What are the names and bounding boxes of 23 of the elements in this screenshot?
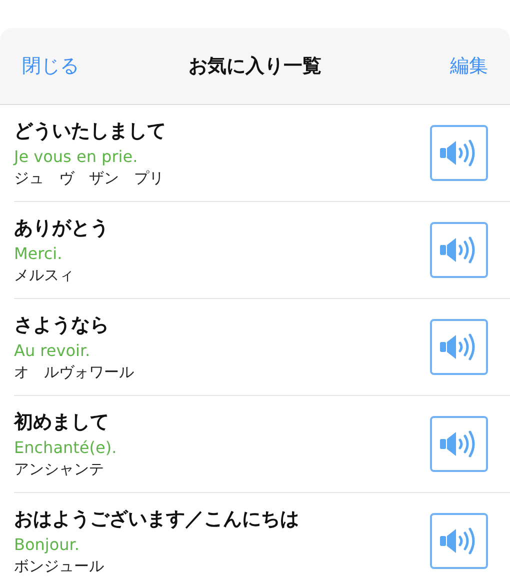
french-phrase: Merci. <box>14 244 64 263</box>
close-button[interactable]: 閉じる <box>22 53 79 79</box>
japanese-phrase: ありがとう <box>14 216 109 241</box>
french-phrase: Bonjour. <box>14 535 80 554</box>
play-audio-button[interactable] <box>430 222 488 278</box>
play-audio-button[interactable] <box>430 416 488 472</box>
french-phrase: Au revoir. <box>14 341 92 360</box>
play-audio-button[interactable] <box>430 513 488 569</box>
pronunciation: ボンジュール <box>14 557 105 576</box>
pronunciation: メルスィ <box>14 266 75 285</box>
japanese-phrase: おはようございます／こんにちは <box>14 507 299 532</box>
japanese-phrase: さようなら <box>14 313 110 338</box>
japanese-phrase: 初めまして <box>14 410 110 435</box>
pronunciation: アンシャンテ <box>14 460 105 479</box>
pronunciation: オ ルヴォワール <box>14 363 134 382</box>
french-phrase: Je vous en prie. <box>14 147 139 166</box>
pronunciation: ジュ ヴ ザン プリ <box>14 169 165 188</box>
french-phrase: Enchanté(e). <box>14 438 117 457</box>
play-audio-button[interactable] <box>430 125 488 181</box>
play-audio-button[interactable] <box>430 319 488 375</box>
screen-title: お気に入り一覧 <box>188 54 322 79</box>
japanese-phrase: どういたしまして <box>14 119 166 144</box>
edit-button[interactable]: 編集 <box>450 53 488 79</box>
